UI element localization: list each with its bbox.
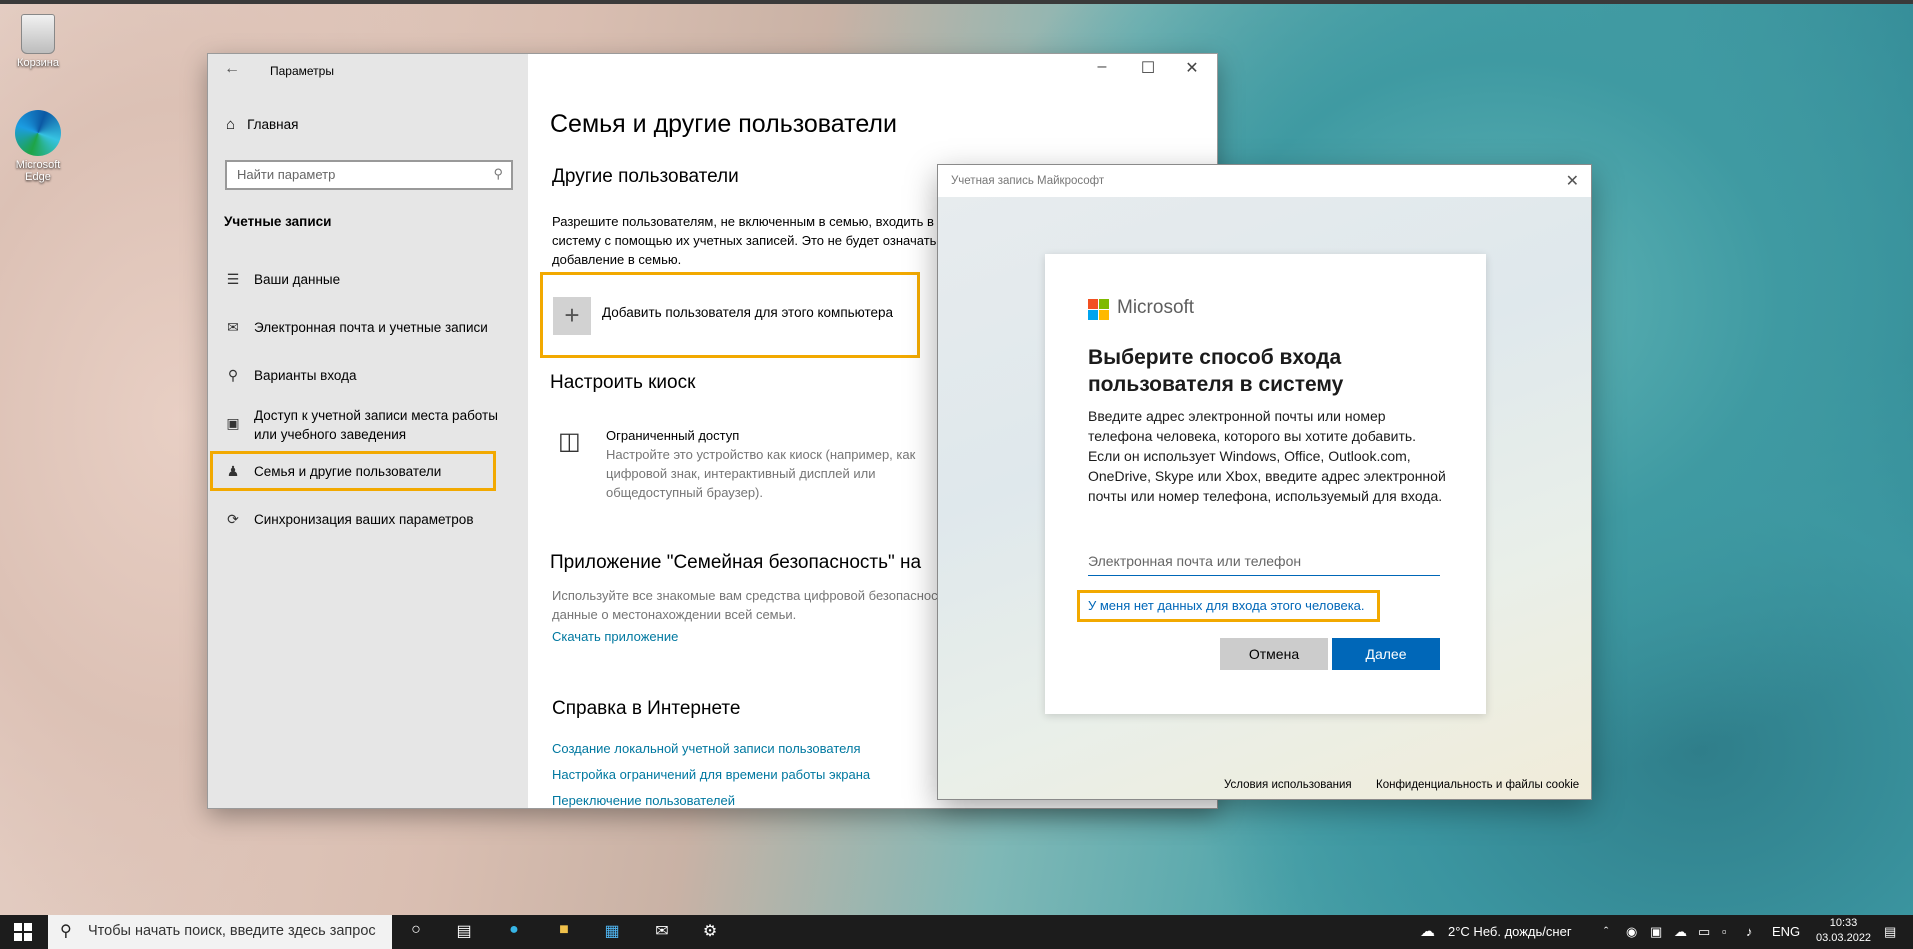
terms-link[interactable]: Условия использования (1224, 779, 1352, 791)
desktop-icon-edge[interactable]: Microsoft Edge (3, 110, 73, 183)
file-explorer-icon[interactable]: ■ (552, 921, 576, 943)
sign-in-card: Microsoft Выберите способ входа пользова… (1045, 254, 1486, 714)
sidebar-item-sign-in-options[interactable]: ⚲ Варианты входа (224, 366, 524, 385)
close-button[interactable]: ✕ (1172, 58, 1212, 78)
sidebar-home[interactable]: ⌂ Главная (226, 116, 298, 133)
download-app-link[interactable]: Скачать приложение (552, 629, 678, 644)
store-icon[interactable]: ▦ (600, 921, 624, 943)
mail-icon: ✉ (227, 319, 239, 335)
settings-sidebar: ← Параметры ⌂ Главная Найти параметр ⚲ У… (208, 54, 528, 808)
settings-gear-icon[interactable]: ⚙ (698, 921, 722, 943)
other-users-text: Разрешите пользователям, не включенным в… (552, 214, 937, 267)
edge-icon (15, 110, 61, 156)
language-indicator[interactable]: ENG (1772, 924, 1800, 939)
sidebar-home-label: Главная (247, 117, 299, 132)
help-heading: Справка в Интернете (552, 698, 741, 719)
kiosk-title[interactable]: Ограниченный доступ (606, 426, 966, 445)
settings-search-box[interactable]: Найти параметр ⚲ (225, 160, 513, 190)
sidebar-item-sync[interactable]: ⟳ Синхронизация ваших параметров (224, 510, 524, 529)
taskbar-search-box[interactable]: ⚲ Чтобы начать поиск, введите здесь запр… (48, 915, 392, 949)
minimize-button[interactable]: – (1082, 58, 1122, 76)
desktop-icon-label: Корзина (17, 57, 59, 69)
microsoft-account-dialog: Учетная запись Майкрософт ✕ Microsoft Вы… (938, 165, 1591, 799)
windows-start-icon[interactable] (14, 923, 32, 941)
sidebar-item-label: Доступ к учетной записи места работы или… (254, 408, 498, 442)
task-view-icon[interactable]: ▤ (452, 921, 476, 943)
family-app-text: Используйте все знакомые вам средства ци… (552, 588, 962, 622)
help-link[interactable]: Настройка ограничений для времени работы… (552, 767, 870, 782)
taskbar-search-placeholder: Чтобы начать поиск, введите здесь запрос (88, 923, 376, 939)
search-placeholder: Найти параметр (237, 167, 336, 182)
mail-icon[interactable]: ✉ (650, 921, 674, 943)
volume-icon[interactable]: ♪ (1746, 924, 1753, 939)
weather-text[interactable]: 2°C Неб. дождь/снег (1448, 924, 1572, 939)
folder-icon[interactable]: ▫ (1722, 924, 1727, 939)
clock[interactable]: 10:33 03.03.2022 (1816, 916, 1871, 946)
record-icon[interactable]: ◉ (1626, 924, 1637, 940)
dialog-description: Введите адрес электронной почты или номе… (1088, 408, 1446, 504)
highlight-family-item (210, 451, 496, 491)
highlight-add-user (540, 272, 920, 358)
briefcase-icon: ▣ (226, 415, 240, 431)
sync-icon: ⟳ (227, 511, 239, 527)
privacy-link[interactable]: Конфиденциальность и файлы cookie (1376, 779, 1579, 791)
clock-time: 10:33 (1829, 917, 1858, 929)
search-icon[interactable]: ⚲ (493, 166, 503, 182)
tray-overflow-icon[interactable]: ˆ (1604, 924, 1608, 939)
microsoft-brand: Microsoft (1117, 297, 1195, 318)
help-link[interactable]: Создание локальной учетной записи пользо… (552, 741, 861, 756)
help-link[interactable]: Переключение пользователей (552, 793, 735, 808)
search-icon: ⚲ (60, 923, 72, 940)
kiosk-text: Настройте это устройство как киоск (напр… (606, 447, 916, 500)
window-title: Параметры (270, 64, 334, 78)
back-arrow-icon[interactable]: ← (224, 60, 240, 78)
person-card-icon: ☰ (226, 271, 240, 287)
home-icon: ⌂ (226, 116, 236, 133)
kiosk-icon: ◫ (558, 428, 581, 455)
page-title: Семья и другие пользователи (550, 110, 897, 138)
sidebar-section-title: Учетные записи (224, 214, 332, 229)
sidebar-item-email-accounts[interactable]: ✉ Электронная почта и учетные записи (224, 318, 524, 337)
sidebar-item-label: Электронная почта и учетные записи (254, 320, 488, 335)
maximize-button[interactable]: ☐ (1128, 58, 1168, 78)
taskbar: ⚲ Чтобы начать поиск, введите здесь запр… (0, 915, 1913, 949)
next-button[interactable]: Далее (1332, 638, 1440, 670)
family-app-heading: Приложение "Семейная безопасность" на (550, 552, 922, 573)
other-users-heading: Другие пользователи (552, 166, 739, 187)
sidebar-item-label: Синхронизация ваших параметров (254, 512, 474, 527)
key-icon: ⚲ (227, 367, 239, 383)
sidebar-item-your-info[interactable]: ☰ Ваши данные (224, 270, 524, 289)
sidebar-item-label: Варианты входа (254, 368, 357, 383)
desktop-icon-label: Microsoft Edge (15, 159, 61, 183)
dialog-title: Учетная запись Майкрософт (951, 175, 1105, 187)
microsoft-logo-icon (1088, 299, 1109, 320)
cancel-button[interactable]: Отмена (1220, 638, 1328, 670)
notifications-icon[interactable]: ▤ (1884, 924, 1896, 940)
highlight-no-data-link (1077, 590, 1380, 622)
email-or-phone-input[interactable] (1088, 546, 1440, 576)
dialog-heading: Выберите способ входа пользователя в сис… (1088, 346, 1344, 396)
sidebar-item-work-access[interactable]: ▣ Доступ к учетной записи места работы и… (224, 406, 514, 444)
dialog-titlebar: Учетная запись Майкрософт ✕ (938, 165, 1591, 197)
kiosk-heading: Настроить киоск (550, 372, 696, 393)
desktop-icon-recycle-bin[interactable]: Корзина (3, 14, 73, 69)
cortana-icon[interactable]: ○ (404, 921, 428, 943)
edge-icon[interactable]: ● (502, 921, 526, 943)
close-icon[interactable]: ✕ (1566, 171, 1579, 191)
recycle-bin-icon (21, 14, 55, 54)
weather-cloud-icon: ☁ (1420, 923, 1435, 940)
screen-top-strip (0, 0, 1913, 4)
cloud-icon[interactable]: ☁ (1674, 924, 1687, 940)
battery-icon[interactable]: ▭ (1698, 924, 1710, 940)
sidebar-item-label: Ваши данные (254, 272, 341, 287)
network-icon[interactable]: ▣ (1650, 924, 1662, 940)
clock-date: 03.03.2022 (1816, 932, 1872, 944)
